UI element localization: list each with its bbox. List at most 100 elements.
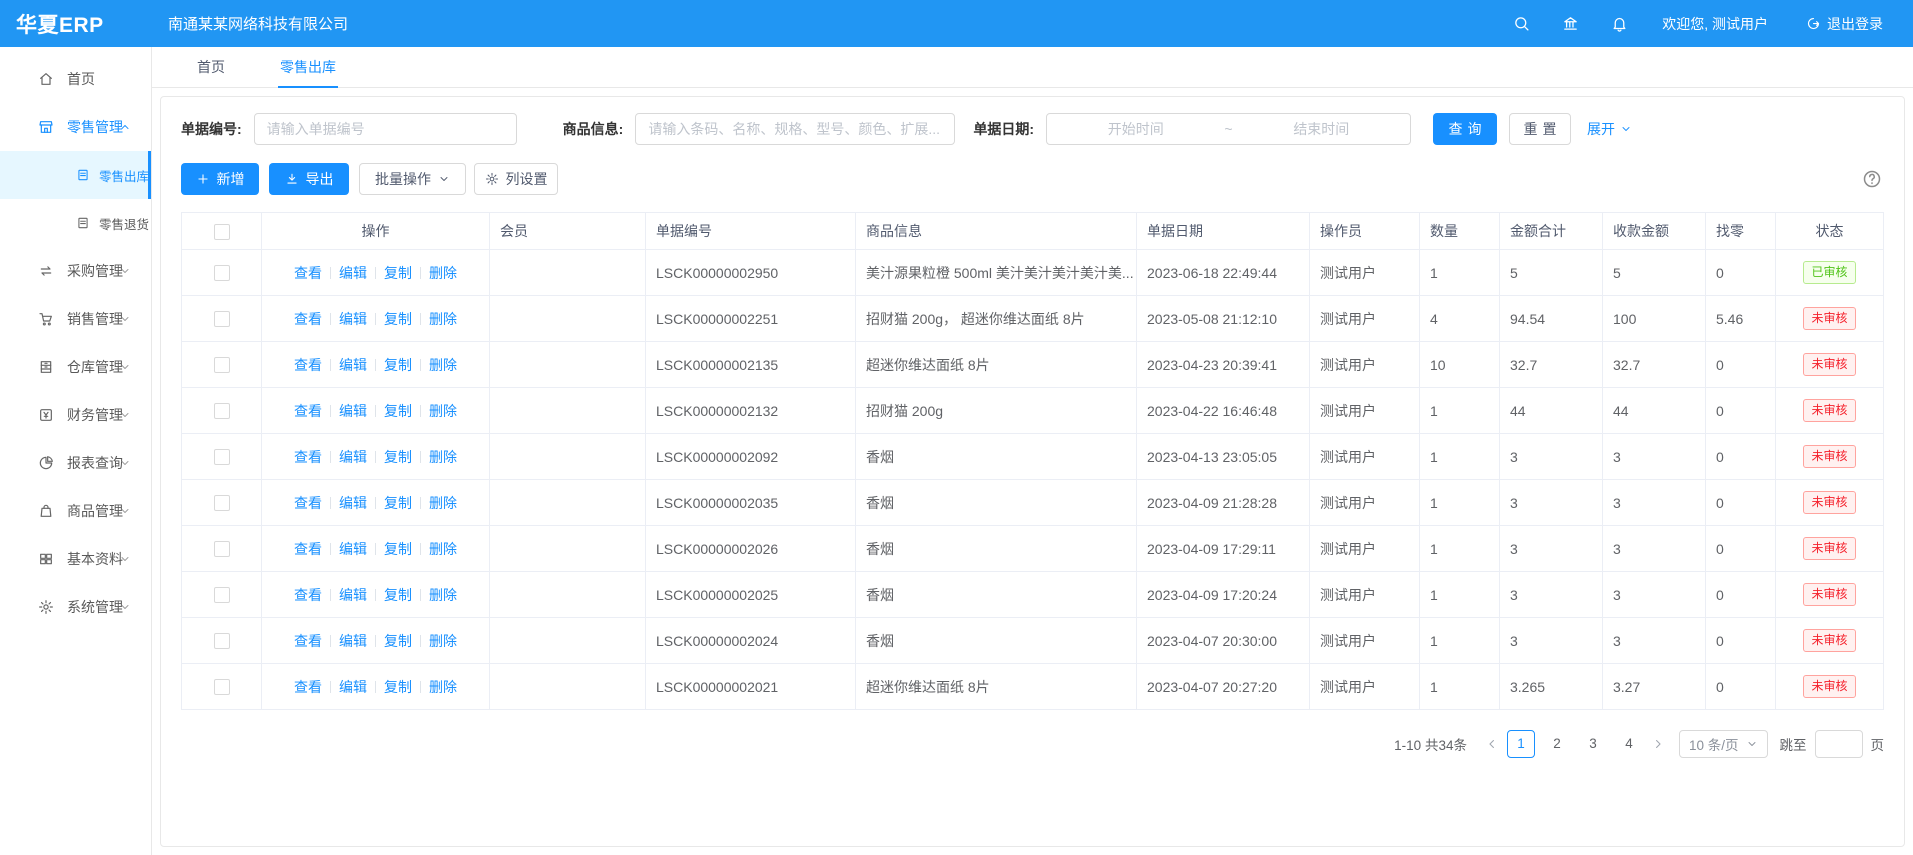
bell-icon[interactable] — [1611, 15, 1628, 32]
sidebar-item-basic[interactable]: 基本资料 — [0, 535, 151, 583]
delete-link[interactable]: 删除 — [429, 265, 457, 281]
column-header: 状态 — [1776, 213, 1884, 250]
edit-link[interactable]: 编辑 — [339, 357, 367, 373]
reset-button[interactable]: 重置 — [1509, 113, 1571, 145]
date-cell: 2023-04-09 17:29:11 — [1137, 526, 1310, 572]
copy-link[interactable]: 复制 — [384, 541, 412, 557]
add-button[interactable]: 新增 — [181, 163, 259, 195]
jump-to-label: 跳至 — [1780, 734, 1807, 754]
sidebar-item-report[interactable]: 报表查询 — [0, 439, 151, 487]
select-all-checkbox[interactable] — [214, 224, 230, 240]
copy-link[interactable]: 复制 — [384, 403, 412, 419]
sidebar-item-goods[interactable]: 商品管理 — [0, 487, 151, 535]
page-button-3[interactable]: 3 — [1579, 730, 1607, 758]
warehouse-icon — [38, 359, 54, 375]
delete-link[interactable]: 删除 — [429, 403, 457, 419]
row-checkbox[interactable] — [214, 311, 230, 327]
export-button[interactable]: 导出 — [269, 163, 349, 195]
copy-link[interactable]: 复制 — [384, 357, 412, 373]
page-button-2[interactable]: 2 — [1543, 730, 1571, 758]
copy-link[interactable]: 复制 — [384, 587, 412, 603]
view-link[interactable]: 查看 — [294, 495, 322, 511]
delete-link[interactable]: 删除 — [429, 495, 457, 511]
page-size-select[interactable]: 10 条/页 — [1679, 730, 1768, 758]
edit-link[interactable]: 编辑 — [339, 587, 367, 603]
copy-link[interactable]: 复制 — [384, 633, 412, 649]
copy-link[interactable]: 复制 — [384, 495, 412, 511]
view-link[interactable]: 查看 — [294, 679, 322, 695]
action-divider — [420, 267, 421, 279]
page-button-1[interactable]: 1 — [1507, 730, 1535, 758]
copy-link[interactable]: 复制 — [384, 679, 412, 695]
edit-link[interactable]: 编辑 — [339, 633, 367, 649]
tab-retail-outbound[interactable]: 零售出库 — [280, 47, 336, 87]
column-settings-button[interactable]: 列设置 — [474, 163, 558, 195]
edit-link[interactable]: 编辑 — [339, 495, 367, 511]
view-link[interactable]: 查看 — [294, 265, 322, 281]
delete-link[interactable]: 删除 — [429, 541, 457, 557]
view-link[interactable]: 查看 — [294, 403, 322, 419]
edit-link[interactable]: 编辑 — [339, 265, 367, 281]
next-page-button[interactable] — [1647, 733, 1669, 755]
actions-cell: 查看 编辑 复制 删除 — [262, 572, 490, 618]
row-checkbox[interactable] — [214, 495, 230, 511]
view-link[interactable]: 查看 — [294, 633, 322, 649]
view-link[interactable]: 查看 — [294, 357, 322, 373]
row-checkbox[interactable] — [214, 679, 230, 695]
jump-page-input[interactable] — [1815, 730, 1863, 758]
sidebar-item-retail-out[interactable]: 零售出库 — [0, 151, 151, 199]
row-checkbox[interactable] — [214, 265, 230, 281]
tab-home[interactable]: 首页 — [197, 47, 225, 87]
copy-link[interactable]: 复制 — [384, 449, 412, 465]
sidebar-item-system[interactable]: 系统管理 — [0, 583, 151, 631]
delete-link[interactable]: 删除 — [429, 587, 457, 603]
view-link[interactable]: 查看 — [294, 541, 322, 557]
sidebar-item-warehouse[interactable]: 仓库管理 — [0, 343, 151, 391]
sidebar-item-home[interactable]: 首页 — [0, 55, 151, 103]
sidebar-item-finance[interactable]: 财务管理 — [0, 391, 151, 439]
row-checkbox[interactable] — [214, 633, 230, 649]
expand-link[interactable]: 展开 — [1587, 119, 1632, 139]
sidebar-item-purchase[interactable]: 采购管理 — [0, 247, 151, 295]
prev-page-button[interactable] — [1481, 733, 1503, 755]
delete-link[interactable]: 删除 — [429, 679, 457, 695]
row-checkbox[interactable] — [214, 403, 230, 419]
chevron-down-icon — [119, 265, 131, 277]
sidebar-item-retail-return[interactable]: 零售退货 — [0, 199, 151, 247]
view-link[interactable]: 查看 — [294, 587, 322, 603]
copy-link[interactable]: 复制 — [384, 265, 412, 281]
edit-link[interactable]: 编辑 — [339, 403, 367, 419]
column-header: 操作员 — [1310, 213, 1420, 250]
page-button-4[interactable]: 4 — [1615, 730, 1643, 758]
view-link[interactable]: 查看 — [294, 449, 322, 465]
sidebar-item-retail[interactable]: 零售管理 — [0, 103, 151, 151]
search-icon[interactable] — [1513, 15, 1530, 32]
row-checkbox[interactable] — [214, 541, 230, 557]
row-checkbox[interactable] — [214, 449, 230, 465]
delete-link[interactable]: 删除 — [429, 311, 457, 327]
delete-link[interactable]: 删除 — [429, 357, 457, 373]
edit-link[interactable]: 编辑 — [339, 541, 367, 557]
date-range-input[interactable]: 开始时间 ~ 结束时间 — [1046, 113, 1411, 145]
logout-button[interactable]: 退出登录 — [1806, 14, 1883, 34]
sidebar-item-sale[interactable]: 销售管理 — [0, 295, 151, 343]
status-cell: 未审核 — [1776, 618, 1884, 664]
bill-no-input[interactable] — [254, 113, 517, 145]
row-checkbox[interactable] — [214, 587, 230, 603]
bank-icon[interactable] — [1562, 15, 1579, 32]
row-checkbox[interactable] — [214, 357, 230, 373]
delete-link[interactable]: 删除 — [429, 449, 457, 465]
edit-link[interactable]: 编辑 — [339, 679, 367, 695]
copy-link[interactable]: 复制 — [384, 311, 412, 327]
search-button[interactable]: 查询 — [1433, 113, 1497, 145]
sidebar-item-label: 报表查询 — [67, 453, 123, 473]
batch-actions-button[interactable]: 批量操作 — [359, 163, 466, 195]
edit-link[interactable]: 编辑 — [339, 449, 367, 465]
goods-cell: 美汁源果粒橙 500ml 美汁美汁美汁美汁美... — [856, 250, 1137, 296]
delete-link[interactable]: 删除 — [429, 633, 457, 649]
goods-info-input[interactable] — [635, 113, 955, 145]
view-link[interactable]: 查看 — [294, 311, 322, 327]
edit-link[interactable]: 编辑 — [339, 311, 367, 327]
help-icon[interactable] — [1862, 169, 1882, 189]
sidebar-item-label: 采购管理 — [67, 261, 123, 281]
